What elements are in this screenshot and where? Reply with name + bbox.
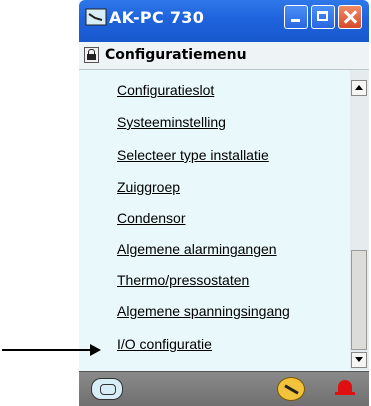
vertical-scrollbar[interactable] xyxy=(350,70,369,370)
menu-item-io-configuratie[interactable]: I/O configuratie xyxy=(117,336,212,352)
window-title: AK-PC 730 xyxy=(109,8,205,27)
menu-item-configuratieslot[interactable]: Configuratieslot xyxy=(117,82,214,98)
controller-icon[interactable] xyxy=(91,378,123,400)
alarm-bell-icon[interactable] xyxy=(335,380,355,395)
close-button[interactable] xyxy=(338,5,362,29)
lock-icon[interactable] xyxy=(84,47,99,63)
menu-item-algemene-spanningsingang[interactable]: Algemene spanningsingang xyxy=(117,303,290,319)
maximize-button[interactable] xyxy=(311,5,335,29)
status-bar xyxy=(79,371,369,406)
scroll-thumb[interactable] xyxy=(351,250,367,350)
minimize-button[interactable] xyxy=(284,5,308,29)
menu-list: Configuratieslot Systeeminstelling Selec… xyxy=(79,70,350,370)
scroll-down-button[interactable] xyxy=(351,352,367,368)
menu-item-zuiggroep[interactable]: Zuiggroep xyxy=(117,179,180,195)
app-window: AK-PC 730 Configuratiemenu Configuraties… xyxy=(79,0,369,406)
menu-item-condensor[interactable]: Condensor xyxy=(117,210,186,226)
menu-header: Configuratiemenu xyxy=(79,43,369,70)
menu-item-systeeminstelling[interactable]: Systeeminstelling xyxy=(117,114,226,130)
scroll-up-button[interactable] xyxy=(351,80,367,96)
menu-item-thermo-pressostaten[interactable]: Thermo/pressostaten xyxy=(117,272,249,288)
menu-item-algemene-alarmingangen[interactable]: Algemene alarmingangen xyxy=(117,241,277,257)
menu-item-selecteer-type-installatie[interactable]: Selecteer type installatie xyxy=(117,147,269,163)
title-bar[interactable]: AK-PC 730 xyxy=(79,0,369,42)
pointer-arrow-icon xyxy=(2,344,101,356)
menu-title: Configuratiemenu xyxy=(105,47,247,63)
app-icon xyxy=(85,8,107,26)
wrench-icon[interactable] xyxy=(277,377,305,401)
